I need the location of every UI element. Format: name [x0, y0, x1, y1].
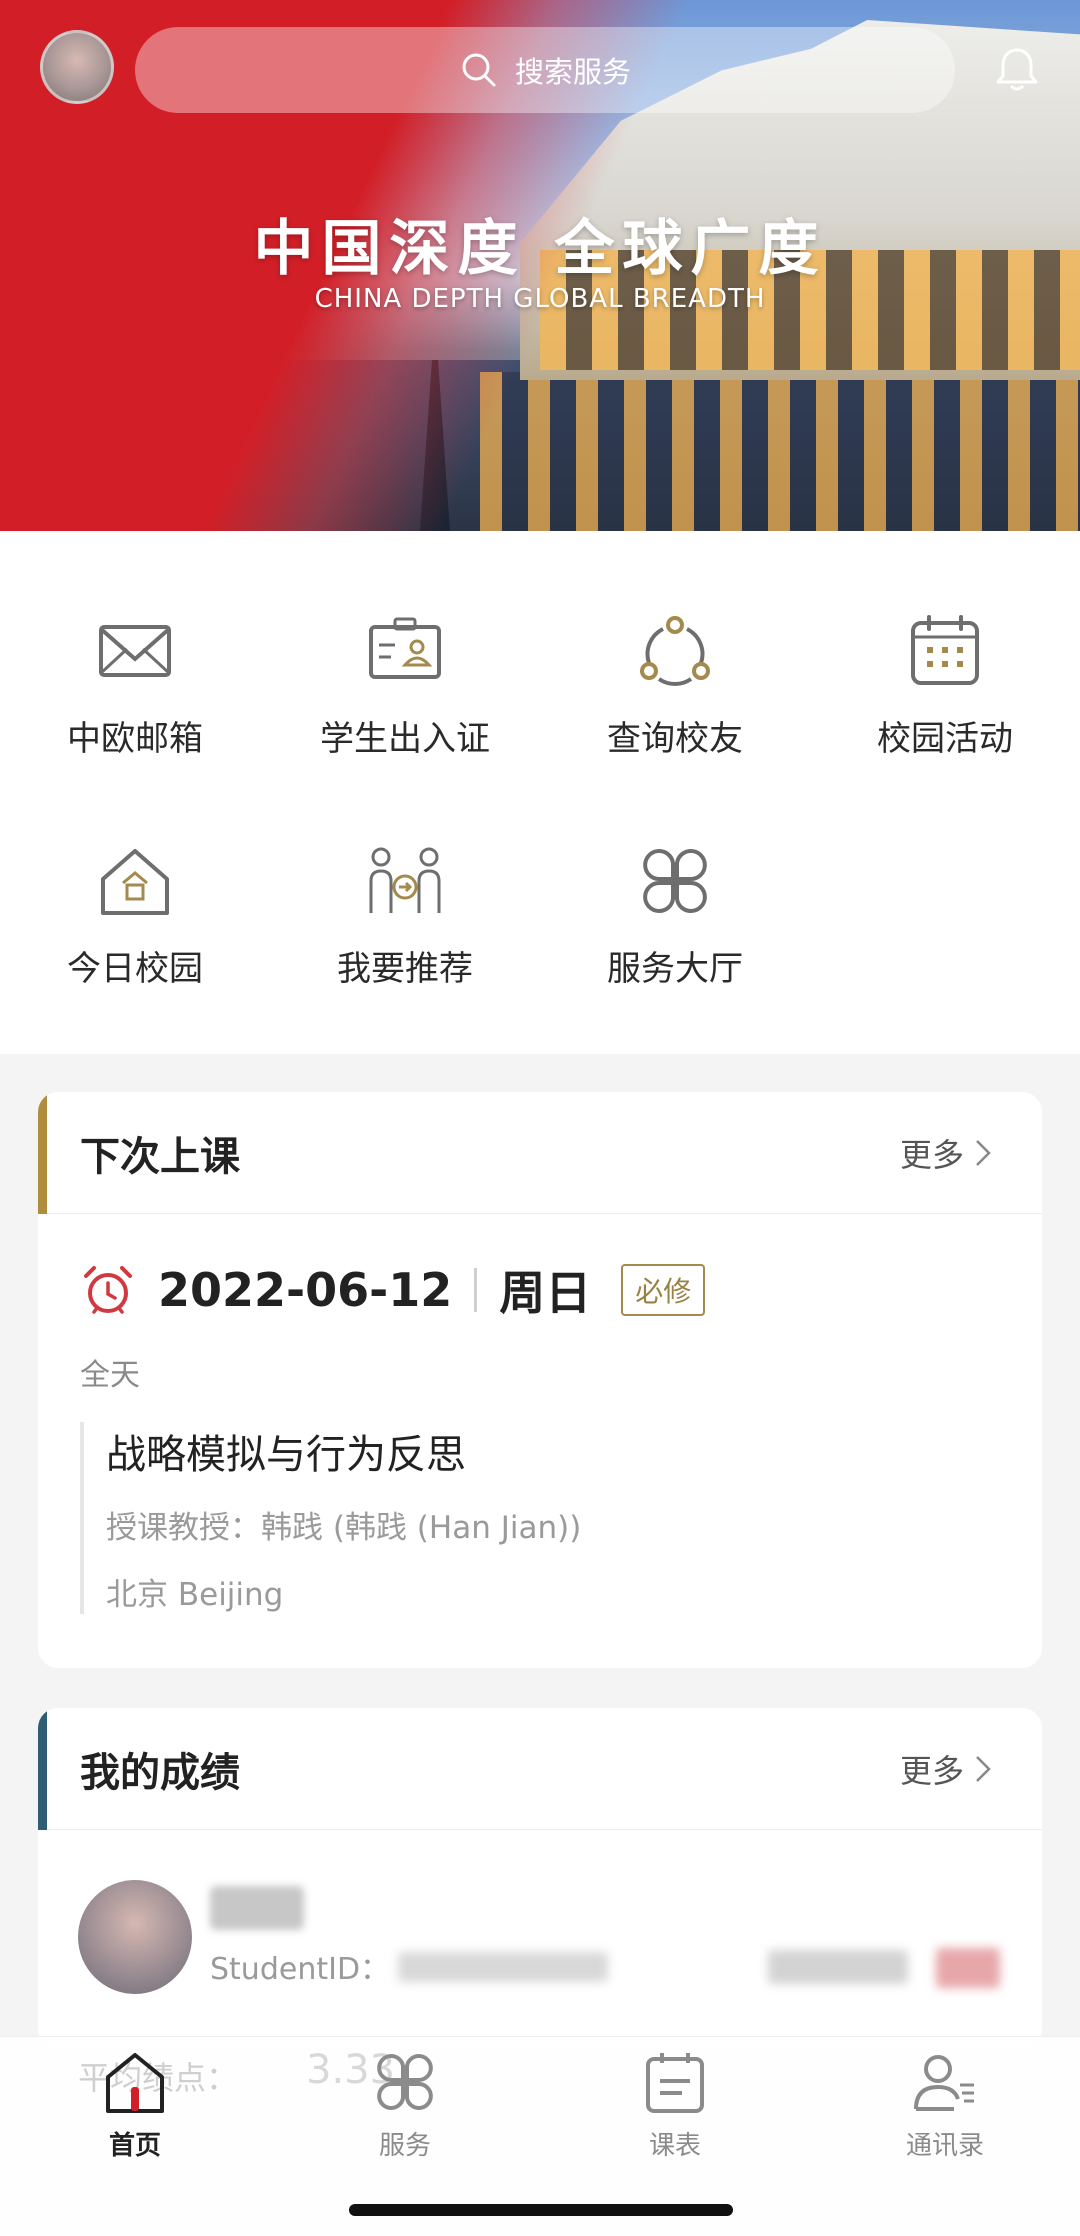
date-separator	[474, 1268, 478, 1312]
student-avatar	[78, 1880, 192, 1994]
alarm-clock-icon	[84, 1266, 132, 1314]
next-class-title: 下次上课	[80, 1133, 240, 1180]
alumni-network-icon	[640, 616, 710, 687]
user-avatar[interactable]	[40, 30, 114, 104]
tab-label: 服务	[378, 2131, 431, 2161]
service-label: 我要推荐	[337, 949, 473, 989]
service-student-pass[interactable]: 学生出入证	[270, 609, 540, 779]
more-label: 更多	[899, 1136, 964, 1174]
student-id-blurred	[398, 1952, 608, 1982]
student-name-blurred	[210, 1886, 304, 1930]
chevron-right-icon	[976, 1140, 991, 1166]
tab-home[interactable]: 首页	[0, 2047, 270, 2162]
grade-score-blurred	[936, 1948, 1000, 1988]
service-alumni[interactable]: 查询校友	[540, 609, 810, 779]
schedule-icon	[646, 2053, 704, 2113]
card-accent-bar	[38, 1708, 47, 1830]
next-class-card[interactable]: 下次上课 更多 2022-06-12 周日 必修 全天 战略模拟与行为反思 授课…	[38, 1092, 1042, 1668]
course-info[interactable]: 战略模拟与行为反思 授课教授：韩践 (韩践 (Han Jian)) 北京 Bei…	[80, 1422, 1000, 1614]
service-label: 今日校园	[67, 949, 203, 989]
course-name: 战略模拟与行为反思	[106, 1432, 466, 1478]
quick-services-grid: 中欧邮箱 学生出入证 查询校友 校园活动 今日校园 我要推荐 服务大厅	[0, 531, 1080, 1054]
next-class-header: 下次上课 更多	[38, 1092, 1042, 1214]
grades-header: 我的成绩 更多	[38, 1708, 1042, 1830]
service-hall[interactable]: 服务大厅	[540, 839, 810, 1009]
service-icon	[377, 2054, 433, 2110]
service-hall-icon	[643, 849, 707, 913]
id-card-icon	[369, 617, 441, 679]
grade-date-blurred	[768, 1950, 908, 1984]
grade-summary: StudentID：	[38, 1830, 1042, 2030]
service-label: 查询校友	[607, 719, 743, 759]
home-icon	[106, 2053, 164, 2113]
next-class-more-link[interactable]: 更多	[900, 1130, 992, 1176]
hero-banner[interactable]: 中国深度 全球广度 CHINA DEPTH GLOBAL BREADTH 搜索服…	[0, 0, 1080, 531]
tab-label: 课表	[648, 2131, 701, 2161]
tab-label: 通讯录	[905, 2131, 984, 2161]
service-label: 校园活动	[877, 719, 1013, 759]
card-accent-bar	[38, 1092, 47, 1214]
contacts-icon	[914, 2055, 974, 2111]
recommend-icon	[369, 847, 441, 913]
service-label: 中欧邮箱	[67, 719, 203, 759]
tab-schedule[interactable]: 课表	[540, 2047, 810, 2162]
mail-icon	[99, 625, 171, 677]
service-mail[interactable]: 中欧邮箱	[0, 609, 270, 779]
grades-more-link[interactable]: 更多	[900, 1746, 992, 1792]
search-icon	[462, 53, 496, 87]
service-label: 服务大厅	[607, 949, 743, 989]
class-weekday: 周日	[499, 1266, 592, 1320]
class-time: 全天	[80, 1358, 140, 1393]
tab-label: 首页	[108, 2131, 161, 2161]
course-location: 北京 Beijing	[106, 1577, 284, 1613]
grades-card[interactable]: 我的成绩 更多 StudentID：	[38, 1708, 1042, 2048]
class-date-row: 2022-06-12 周日 必修	[80, 1260, 1000, 1320]
search-bar[interactable]: 搜索服务	[135, 27, 955, 113]
tab-service[interactable]: 服务	[270, 2047, 540, 2162]
tab-contacts[interactable]: 通讯录	[810, 2047, 1080, 2162]
grades-title: 我的成绩	[80, 1749, 240, 1796]
service-today-campus[interactable]: 今日校园	[0, 839, 270, 1009]
next-class-body: 2022-06-12 周日 必修 全天 战略模拟与行为反思 授课教授：韩践 (韩…	[38, 1214, 1042, 1614]
class-date: 2022-06-12	[158, 1263, 453, 1317]
service-recommend[interactable]: 我要推荐	[270, 839, 540, 1009]
student-id-label: StudentID：	[210, 1952, 391, 1987]
more-label: 更多	[899, 1752, 964, 1790]
banner-slogan-en: CHINA DEPTH GLOBAL BREADTH	[314, 284, 766, 314]
search-placeholder: 搜索服务	[514, 55, 631, 89]
home-indicator[interactable]	[349, 2204, 733, 2216]
required-tag: 必修	[621, 1264, 706, 1316]
service-campus-events[interactable]: 校园活动	[810, 609, 1080, 779]
banner-slogan-cn: 中国深度 全球广度	[253, 214, 827, 284]
chevron-right-icon	[976, 1756, 991, 1782]
bell-icon[interactable]	[990, 42, 1044, 96]
calendar-icon	[911, 615, 979, 685]
service-label: 学生出入证	[320, 719, 490, 759]
course-teacher: 授课教授：韩践 (韩践 (Han Jian))	[106, 1510, 582, 1546]
campus-home-icon	[101, 849, 169, 915]
